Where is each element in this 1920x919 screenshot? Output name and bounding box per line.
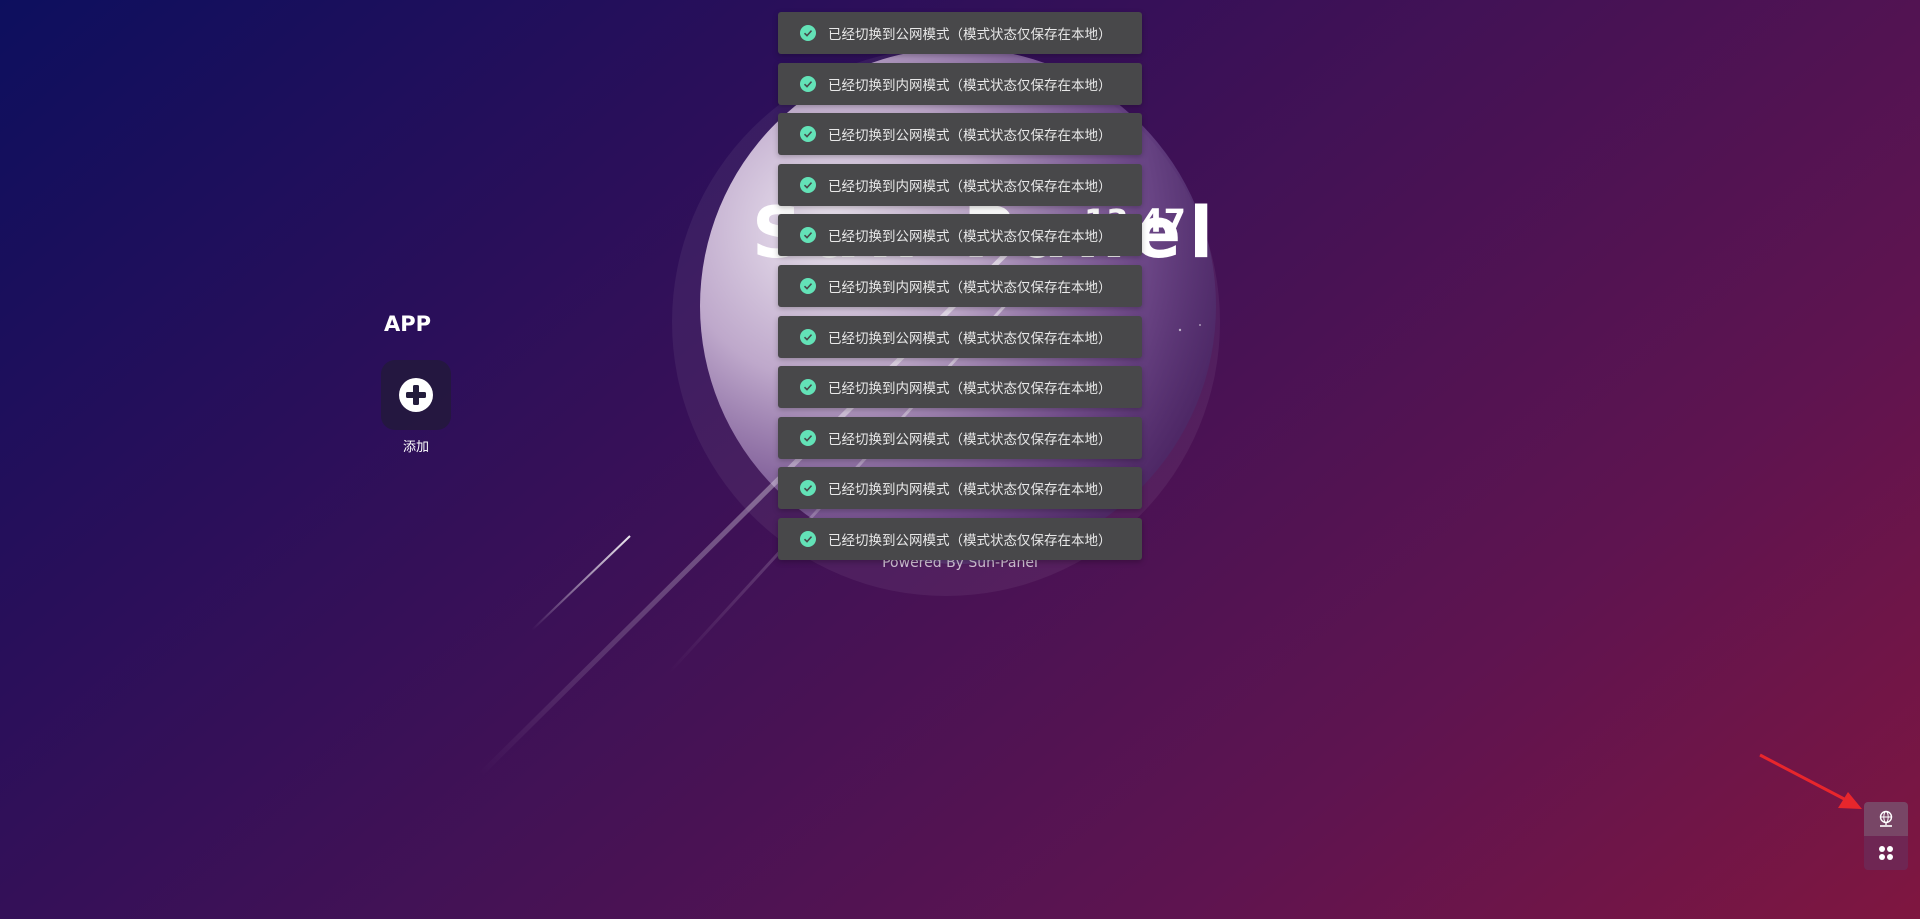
toast-text: 已经切换到公网模式（模式状态仅保存在本地）: [828, 128, 1112, 145]
star: [1178, 328, 1182, 332]
toast-message: 已经切换到内网模式（模式状态仅保存在本地）: [778, 163, 1142, 206]
toast-message: 已经切换到公网模式（模式状态仅保存在本地）: [778, 12, 1142, 54]
toast-text: 已经切换到内网模式（模式状态仅保存在本地）: [828, 178, 1112, 195]
plus-circle-icon: [399, 378, 433, 412]
toast-message: 已经切换到内网模式（模式状态仅保存在本地）: [778, 467, 1142, 510]
success-check-icon: [800, 176, 816, 193]
success-check-icon: [800, 227, 816, 244]
toast-text: 已经切换到公网模式（模式状态仅保存在本地）: [828, 330, 1112, 347]
success-check-icon: [800, 328, 816, 345]
app-grid-button[interactable]: [1864, 836, 1908, 870]
annotation-arrow: [1759, 753, 1862, 809]
toast-text: 已经切换到公网模式（模式状态仅保存在本地）: [828, 229, 1112, 246]
toast-text: 已经切换到公网模式（模式状态仅保存在本地）: [828, 27, 1112, 43]
network-mode-icon: [1879, 810, 1893, 827]
success-check-icon: [800, 25, 816, 41]
app-grid-icon: [1879, 846, 1893, 860]
add-app-tile[interactable]: [381, 360, 451, 430]
group-title: APP: [384, 312, 432, 336]
toast-stack: 已经切换到公网模式（模式状态仅保存在本地） 已经切换到内网模式（模式状态仅保存在…: [778, 12, 1142, 569]
toast-message: 已经切换到公网模式（模式状态仅保存在本地）: [778, 517, 1142, 560]
toast-message: 已经切换到公网模式（模式状态仅保存在本地）: [778, 214, 1142, 257]
success-check-icon: [800, 126, 816, 143]
success-check-icon: [800, 379, 816, 396]
toast-message: 已经切换到内网模式（模式状态仅保存在本地）: [778, 264, 1142, 307]
toast-message: 已经切换到内网模式（模式状态仅保存在本地）: [778, 62, 1142, 105]
meteor: [531, 535, 631, 631]
toast-text: 已经切换到内网模式（模式状态仅保存在本地）: [828, 381, 1112, 398]
toast-text: 已经切换到内网模式（模式状态仅保存在本地）: [828, 77, 1112, 94]
add-app-button[interactable]: 添加: [381, 360, 451, 455]
toast-text: 已经切换到内网模式（模式状态仅保存在本地）: [828, 279, 1112, 296]
success-check-icon: [800, 429, 816, 446]
toast-message: 已经切换到公网模式（模式状态仅保存在本地）: [778, 113, 1142, 156]
success-check-icon: [800, 277, 816, 294]
star: [1199, 324, 1201, 326]
toast-message: 已经切换到内网模式（模式状态仅保存在本地）: [778, 366, 1142, 409]
toast-message: 已经切换到公网模式（模式状态仅保存在本地）: [778, 315, 1142, 358]
network-mode-toggle-button[interactable]: [1864, 802, 1908, 836]
toast-text: 已经切换到公网模式（模式状态仅保存在本地）: [828, 532, 1112, 549]
success-check-icon: [800, 530, 816, 547]
toast-text: 已经切换到内网模式（模式状态仅保存在本地）: [828, 482, 1112, 499]
success-check-icon: [800, 75, 816, 92]
toast-text: 已经切换到公网模式（模式状态仅保存在本地）: [828, 431, 1112, 448]
success-check-icon: [800, 480, 816, 497]
add-app-label: 添加: [402, 440, 429, 455]
toast-message: 已经切换到公网模式（模式状态仅保存在本地）: [778, 416, 1142, 459]
